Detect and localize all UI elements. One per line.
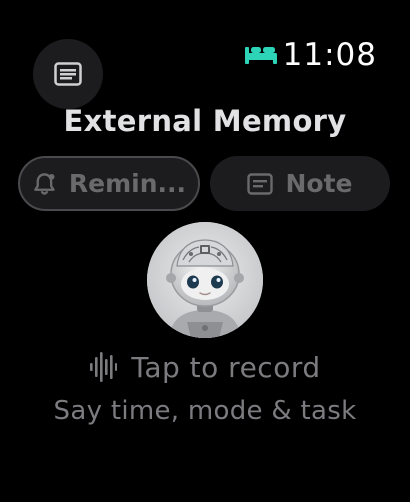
status-bar: 11:08 (244, 32, 377, 78)
remind-button[interactable]: Remin... (18, 156, 200, 211)
list-icon (54, 62, 82, 86)
note-icon (247, 172, 274, 195)
remind-label: Remin... (68, 169, 186, 198)
menu-button[interactable] (33, 39, 103, 109)
bell-icon (34, 172, 55, 195)
bed-icon (244, 47, 277, 64)
waveform-icon (90, 352, 118, 382)
robot-avatar-icon (147, 222, 263, 338)
app-title: External Memory (63, 104, 347, 138)
clock-time: 11:08 (282, 37, 377, 73)
record-label: Tap to record (131, 350, 321, 384)
note-button[interactable]: Note (210, 156, 390, 211)
instruction-hint: Say time, mode & task (53, 396, 357, 426)
note-label: Note (285, 169, 353, 198)
avatar[interactable] (147, 222, 263, 338)
record-button[interactable]: Tap to record (0, 346, 410, 388)
